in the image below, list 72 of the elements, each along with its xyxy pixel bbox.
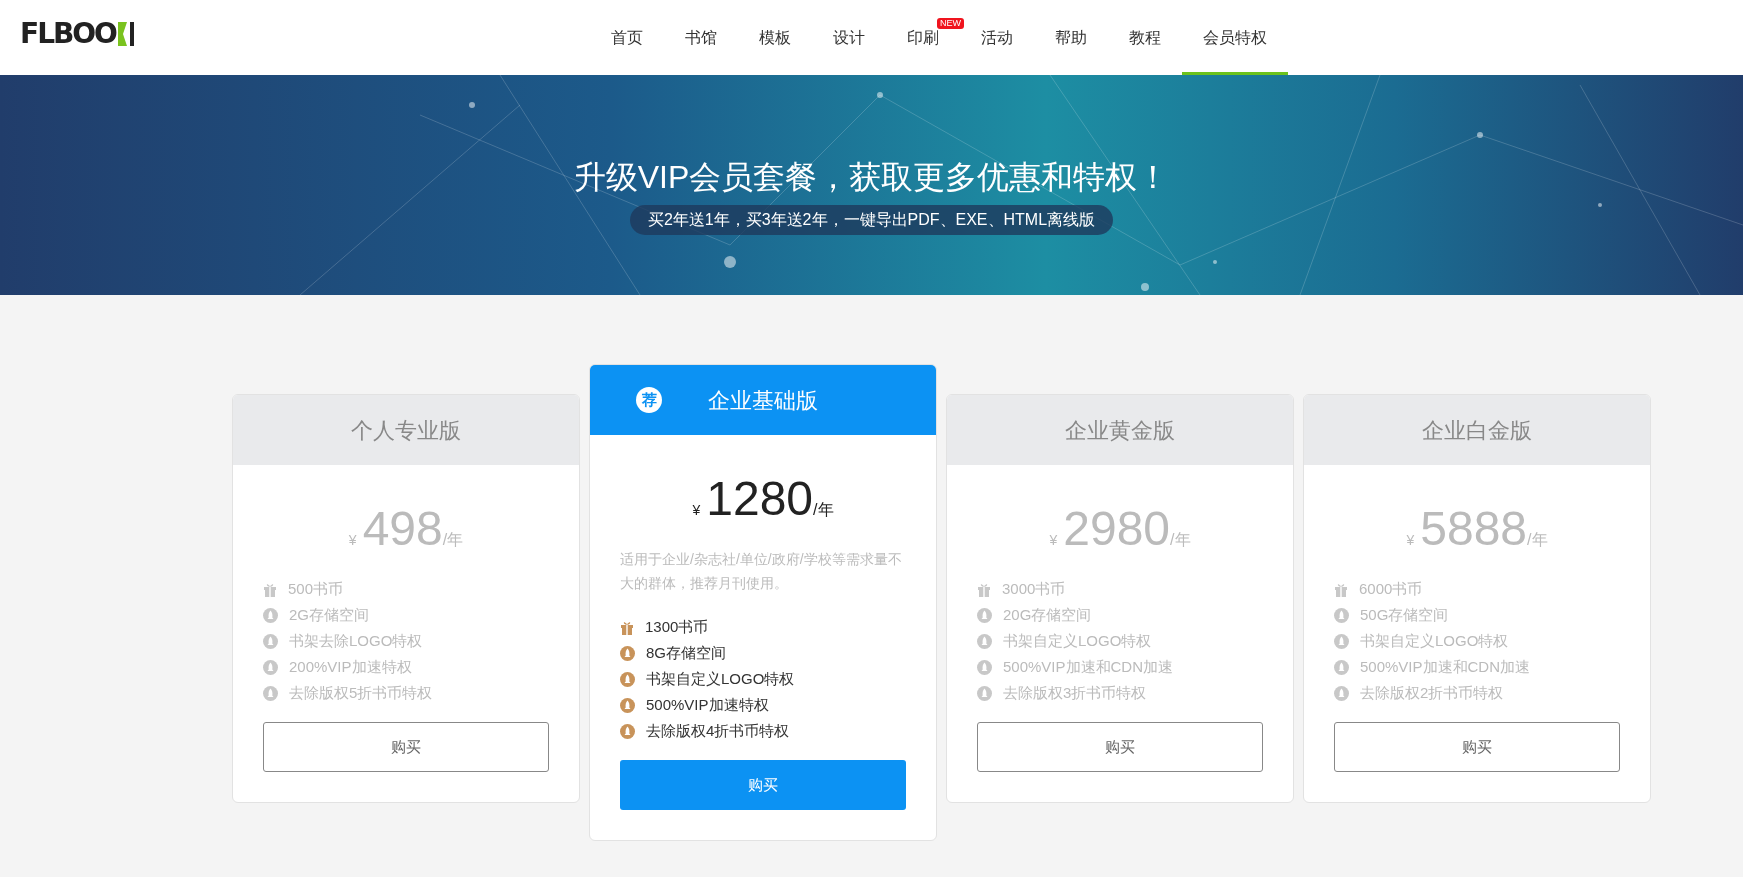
price-unit: /年 [813,501,834,520]
logo-mark-icon [115,20,136,48]
feature-text: 200%VIP加速特权 [289,657,412,678]
nav-tab[interactable]: 模板 [738,0,812,75]
rocket-icon [620,672,635,687]
feature-text: 书架自定义LOGO特权 [1003,631,1152,652]
rocket-icon [977,634,992,649]
gift-icon [620,620,634,635]
rocket-icon [620,698,635,713]
price-unit: /年 [1170,531,1191,550]
buy-button[interactable]: 购买 [977,722,1263,772]
rocket-icon [977,686,992,701]
plan-name: 企业基础版 [708,386,818,415]
logo-text[interactable]: FLBOO [20,20,116,48]
nav-tab[interactable]: 设计 [812,0,886,75]
feature-text: 500%VIP加速特权 [646,695,769,716]
rocket-icon [263,608,278,623]
feature-text: 20G存储空间 [1003,605,1092,626]
price-amount: 498 [362,501,443,557]
nav-tab[interactable]: 教程 [1108,0,1182,75]
nav-tab[interactable]: 帮助 [1034,0,1108,75]
gift-icon [263,582,277,597]
rocket-icon [1334,634,1349,649]
rocket-icon [1334,686,1349,701]
feature-text: 书架自定义LOGO特权 [646,669,795,690]
feature-text: 6000书币 [1359,579,1423,600]
price-unit: /年 [442,531,464,550]
buy-button[interactable]: 购买 [263,722,549,772]
feature-text: 去除版权3折书币特权 [1003,683,1147,704]
gift-icon [1334,582,1348,597]
currency-symbol: ¥ [692,501,701,520]
rocket-icon [1334,608,1349,623]
rocket-icon [263,660,278,675]
plan-name: 企业黄金版 [1065,416,1175,445]
price-amount: 1280 [706,471,814,527]
feature-text: 去除版权5折书币特权 [289,683,433,704]
recommend-badge: 荐 [636,387,662,413]
rocket-icon [977,660,992,675]
feature-text: 书架去除LOGO特权 [289,631,423,652]
plan-name: 企业白金版 [1422,416,1532,445]
feature-text: 3000书币 [1002,579,1066,600]
nav-tab[interactable]: 书馆 [664,0,738,75]
banner-title: 升级VIP会员套餐，获取更多优惠和特权！ [573,158,1170,197]
rocket-icon [263,686,278,701]
plan-description: 适用于企业/杂志社/单位/政府/学校等需求量不大的群体，推荐月刊使用。 [620,550,903,593]
feature-text: 50G存储空间 [1360,605,1449,626]
feature-text: 去除版权4折书币特权 [646,721,790,742]
currency-symbol: ¥ [1406,531,1415,550]
price-unit: /年 [1527,531,1548,550]
rocket-icon [620,724,635,739]
feature-text: 500书币 [288,579,344,600]
banner-subtitle: 买2年送1年，买3年送2年，一键导出PDF、EXE、HTML离线版 [629,205,1114,235]
rocket-icon [263,634,278,649]
price-amount: 5888 [1420,501,1528,557]
feature-text: 500%VIP加速和CDN加速 [1360,657,1531,678]
new-badge: NEW [937,18,964,29]
feature-text: 去除版权2折书币特权 [1360,683,1504,704]
feature-text: 1300书币 [645,617,709,638]
buy-button[interactable]: 购买 [1334,722,1620,772]
currency-symbol: ¥ [348,531,357,550]
feature-text: 8G存储空间 [646,643,726,664]
price-amount: 2980 [1063,501,1171,557]
feature-text: 书架自定义LOGO特权 [1360,631,1509,652]
rocket-icon [977,608,992,623]
gift-icon [977,582,991,597]
currency-symbol: ¥ [1049,531,1058,550]
nav-tab[interactable]: 首页 [590,0,664,75]
plan-name: 个人专业版 [351,416,461,445]
feature-text: 2G存储空间 [289,605,369,626]
rocket-icon [1334,660,1349,675]
rocket-icon [620,646,635,661]
feature-text: 500%VIP加速和CDN加速 [1003,657,1174,678]
